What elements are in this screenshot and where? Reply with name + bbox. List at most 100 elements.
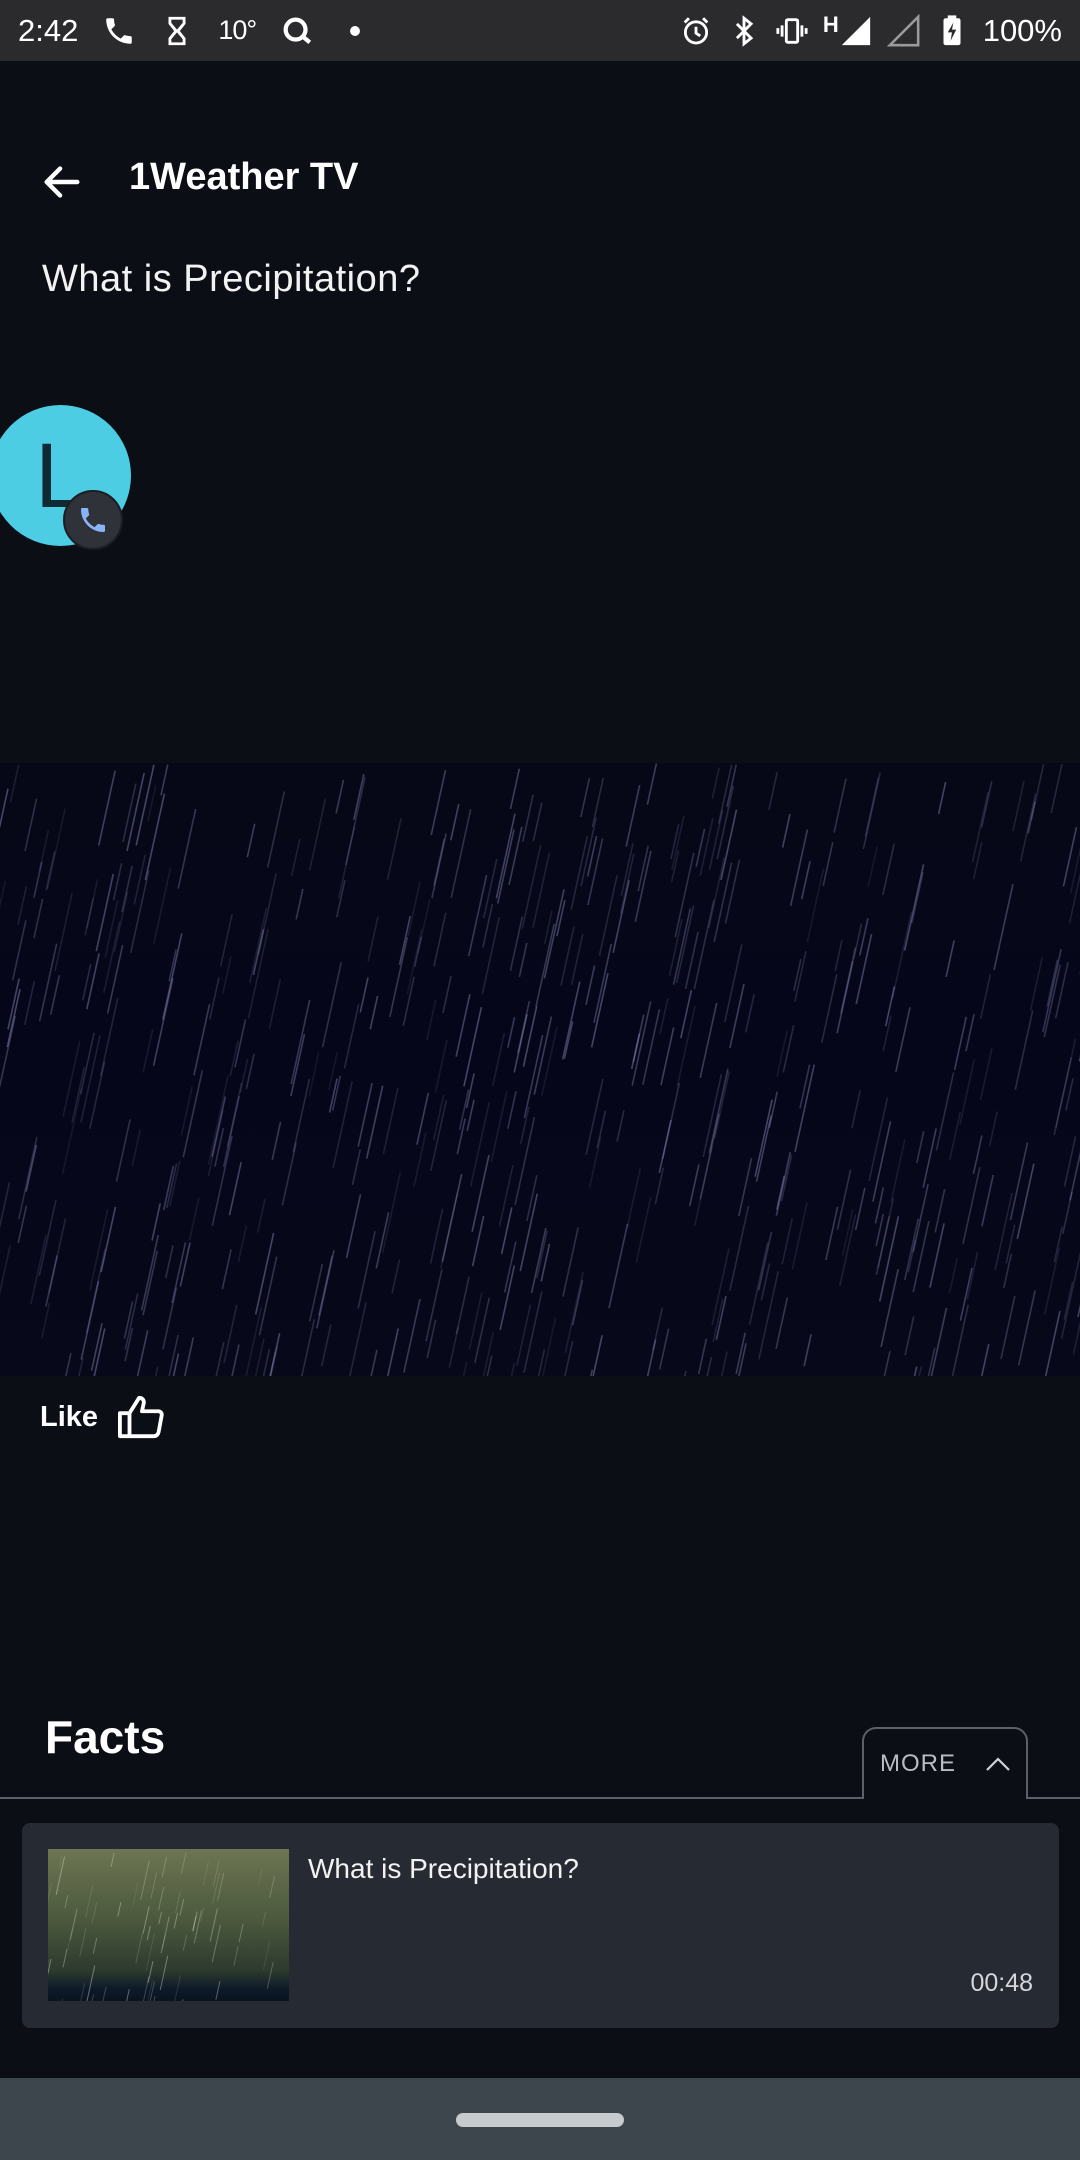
bluetooth-icon bbox=[727, 14, 761, 48]
fact-duration: 00:48 bbox=[970, 1969, 1033, 1997]
rain-streak bbox=[11, 920, 27, 981]
rain-streak bbox=[591, 777, 605, 828]
rain-streak bbox=[179, 1899, 185, 1916]
rain-streak bbox=[674, 852, 695, 938]
rain-streak bbox=[46, 808, 66, 890]
rain-streak bbox=[449, 804, 460, 841]
rain-streak bbox=[631, 1001, 652, 1086]
back-button[interactable] bbox=[30, 150, 94, 214]
rain-streak bbox=[413, 1132, 427, 1188]
rain-streak bbox=[1014, 1010, 1034, 1090]
rain-streak bbox=[353, 774, 365, 820]
rain-streak bbox=[24, 798, 38, 852]
rain-streak bbox=[979, 1047, 993, 1101]
rain-streak bbox=[256, 1198, 266, 1233]
rain-streak bbox=[953, 1016, 968, 1071]
rain-streak bbox=[518, 942, 528, 978]
rain-streak bbox=[652, 1307, 664, 1351]
rain-streak bbox=[498, 1165, 514, 1227]
battery-percent: 100% bbox=[982, 12, 1062, 48]
rain-streak bbox=[590, 1369, 594, 1376]
status-bar: 2:42 10° H 100% bbox=[0, 0, 1080, 61]
rain-streak bbox=[254, 1338, 265, 1376]
rain-streak bbox=[758, 1271, 780, 1360]
rain-streak bbox=[140, 1234, 160, 1311]
rain-streak bbox=[526, 1175, 538, 1221]
rain-streak bbox=[918, 1366, 923, 1376]
rain-streak bbox=[142, 1028, 154, 1073]
rain-streak bbox=[1053, 1226, 1063, 1263]
rain-streak bbox=[626, 1167, 642, 1228]
rain-streak bbox=[433, 838, 446, 886]
fact-card[interactable]: What is Precipitation? 00:48 bbox=[22, 1823, 1059, 2028]
rain-streak bbox=[883, 1351, 891, 1376]
rain-streak bbox=[474, 1297, 491, 1364]
rain-streak bbox=[676, 1005, 696, 1087]
video-player[interactable] bbox=[0, 763, 1080, 1376]
rain-streak bbox=[115, 1119, 131, 1182]
rain-streak bbox=[17, 1205, 28, 1244]
rain-streak bbox=[215, 1342, 225, 1376]
rain-streak bbox=[491, 1033, 506, 1087]
rain-streak bbox=[481, 916, 501, 995]
rain-streak bbox=[729, 983, 745, 1049]
rain-streak bbox=[891, 912, 913, 999]
rain-streak bbox=[150, 1872, 158, 1899]
rain-streak bbox=[541, 1317, 557, 1376]
rain-streak bbox=[979, 973, 992, 1020]
rain-streak bbox=[799, 1064, 811, 1109]
rain-streak bbox=[466, 1099, 475, 1132]
rain-streak bbox=[1000, 1295, 1016, 1360]
rain-streak bbox=[142, 1976, 150, 2001]
rain-streak bbox=[370, 1349, 378, 1376]
rain-streak bbox=[389, 937, 409, 1018]
rain-streak bbox=[152, 978, 174, 1066]
rain-streak bbox=[252, 929, 265, 976]
rain-streak bbox=[789, 829, 809, 907]
rain-streak bbox=[193, 1004, 211, 1076]
rain-streak bbox=[91, 1902, 98, 1924]
rain-streak bbox=[160, 764, 169, 796]
rain-streak bbox=[79, 1032, 95, 1095]
rain-streak bbox=[699, 817, 714, 876]
more-button[interactable]: MORE bbox=[862, 1727, 1028, 1799]
rain-streak bbox=[238, 1923, 244, 1943]
rain-streak bbox=[570, 933, 584, 985]
rain-streak bbox=[585, 1078, 604, 1155]
rain-streak bbox=[222, 1096, 240, 1167]
rain-streak bbox=[221, 1249, 232, 1290]
rain-streak bbox=[630, 1033, 641, 1069]
caller-bubble[interactable]: L bbox=[0, 405, 135, 550]
rain-streak bbox=[221, 956, 232, 995]
rain-streak bbox=[48, 1882, 53, 1902]
rain-streak bbox=[147, 1980, 153, 2001]
rain-streak bbox=[343, 1004, 360, 1069]
rain-streak bbox=[269, 1876, 275, 1898]
rain-streak bbox=[671, 815, 685, 871]
rain-streak bbox=[211, 1135, 233, 1226]
rain-streak bbox=[179, 1242, 191, 1287]
like-button[interactable]: Like bbox=[40, 1392, 166, 1442]
rain-streak bbox=[775, 1152, 792, 1216]
rain-streak bbox=[800, 861, 811, 900]
rain-streak bbox=[23, 980, 36, 1026]
rain-streak bbox=[233, 1946, 239, 1966]
status-left: 2:42 10° bbox=[18, 13, 372, 49]
rain-streak bbox=[351, 1149, 362, 1186]
rain-streak bbox=[890, 1139, 906, 1203]
rain-streak bbox=[38, 943, 58, 1022]
rain-streak bbox=[988, 1111, 998, 1147]
rain-streak bbox=[839, 1214, 857, 1287]
rain-streak bbox=[455, 1276, 470, 1335]
rain-streak bbox=[1043, 964, 1061, 1038]
rain-streak bbox=[625, 784, 641, 847]
rain-streak bbox=[211, 1924, 221, 1963]
rain-streak bbox=[872, 1121, 892, 1202]
rain-streak bbox=[930, 1307, 948, 1376]
home-handle[interactable] bbox=[456, 2113, 624, 2127]
rain-streak bbox=[17, 885, 28, 926]
rain-streak bbox=[882, 843, 895, 895]
rain-streak bbox=[426, 1319, 437, 1359]
rain-streak bbox=[223, 1304, 238, 1364]
rain-streak bbox=[836, 1169, 852, 1230]
